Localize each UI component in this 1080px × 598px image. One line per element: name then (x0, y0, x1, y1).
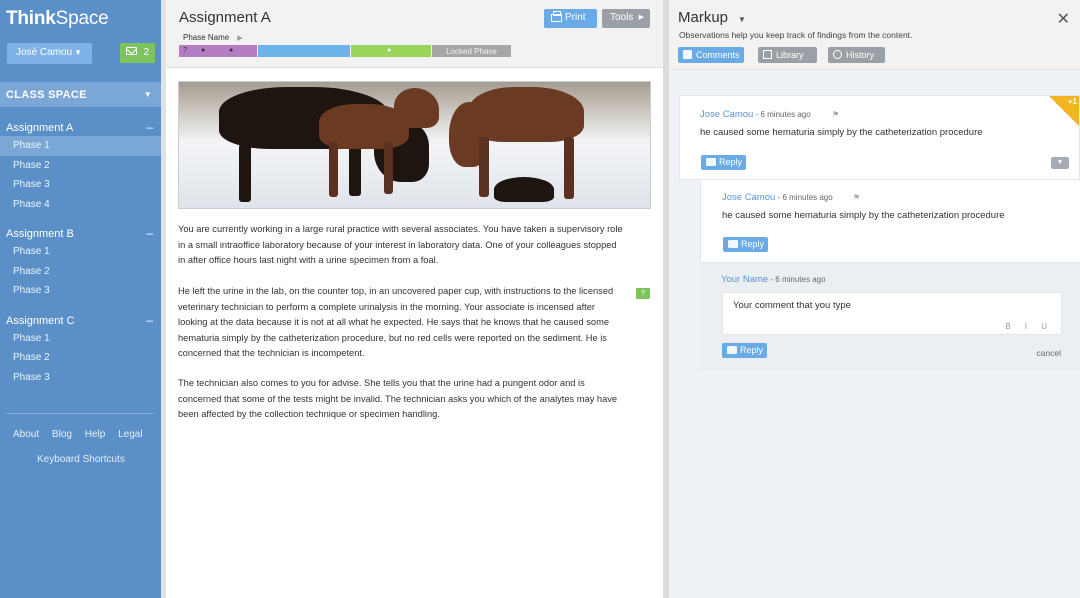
printer-icon (551, 11, 562, 22)
assignment-title[interactable]: Assignment A – (0, 120, 161, 136)
sidebar-item-phase[interactable]: Phase 3 (0, 281, 161, 301)
comment-textarea[interactable]: Your comment that you type B I U (722, 292, 1062, 335)
footer-link-blog[interactable]: Blog (52, 429, 72, 440)
reply-icon (728, 240, 738, 248)
messages-button[interactable]: 2 (120, 43, 155, 63)
sidebar-item-phase[interactable]: Phase 1 (0, 329, 161, 349)
assignment-title[interactable]: Assignment C – (0, 313, 161, 329)
comment-marker-icon[interactable]: ? (636, 288, 650, 299)
phase-segment-1[interactable]: ? ● ● (179, 45, 257, 57)
reply-card: Jose Camou - 6 minutes ago ⚑ he caused s… (700, 180, 1080, 263)
keyboard-shortcuts-link[interactable]: Keyboard Shortcuts (37, 454, 125, 465)
phase-segment-3[interactable]: ● (351, 45, 431, 57)
sidebar-item-phase[interactable]: Phase 2 (0, 348, 161, 368)
collapse-icon[interactable]: – (146, 120, 153, 134)
markup-subtitle: Observations help you keep track of find… (679, 30, 913, 40)
phase-progress-bar: ? ● ● ● Locked Phase (179, 45, 512, 57)
reply-icon (706, 158, 716, 166)
sidebar-item-phase[interactable]: Phase 2 (0, 262, 161, 282)
markup-header: Markup ▼ ✕ Observations help you keep tra… (669, 0, 1080, 70)
user-menu-button[interactable]: José Camou ▼ (7, 43, 92, 64)
horses-image (178, 81, 651, 209)
chevron-down-icon: ▼ (738, 15, 746, 24)
sidebar-item-phase[interactable]: Phase 1 (0, 242, 161, 262)
reply-icon (727, 346, 737, 354)
scenario-paragraph: The technician also comes to you for adv… (178, 378, 618, 420)
help-marker: ? (183, 47, 187, 54)
content-panel: Assignment A Print Tools ▶ Phase Name ▶ ?… (166, 0, 663, 598)
message-count: 2 (143, 47, 149, 58)
close-icon[interactable]: ✕ (1057, 9, 1070, 29)
cancel-link[interactable]: cancel (1036, 348, 1061, 358)
assignment-b: Assignment B – Phase 1 Phase 2 Phase 3 (0, 226, 161, 301)
comment-card: +1 Jose Camou - 6 minutes ago ⚑ he cause… (679, 95, 1080, 180)
sidebar-item-phase[interactable]: Phase 3 (0, 175, 161, 195)
collapse-icon[interactable]: – (146, 313, 153, 327)
chevron-down-icon: ▼ (143, 90, 152, 99)
chevron-right-icon: ▶ (237, 35, 243, 42)
scenario-paragraph: He left the urine in the lab, on the cou… (178, 286, 614, 359)
flag-icon[interactable]: ⚑ (853, 193, 860, 202)
envelope-icon (126, 47, 137, 55)
app-logo[interactable]: ThinkSpace (6, 8, 109, 30)
step-dot[interactable]: ● (201, 47, 205, 54)
markup-panel: Markup ▼ ✕ Observations help you keep tra… (669, 0, 1080, 598)
phase-segment-2[interactable] (258, 45, 350, 57)
locked-phase-segment: Locked Phase (432, 45, 511, 57)
comment-text: he caused some hematuria simply by the c… (700, 127, 983, 138)
tools-button[interactable]: Tools ▶ (602, 9, 650, 28)
page-title: Assignment A (179, 9, 271, 26)
library-icon (763, 50, 772, 59)
collapse-icon[interactable]: – (146, 226, 153, 240)
sidebar-item-phase[interactable]: Phase 4 (0, 195, 161, 215)
sidebar-item-phase[interactable]: Phase 1 (0, 136, 161, 156)
sidebar-item-phase[interactable]: Phase 3 (0, 368, 161, 388)
phase-name-label: Phase Name ▶ (183, 33, 243, 42)
reply-button[interactable]: Reply (723, 237, 768, 252)
step-dot[interactable]: ● (229, 47, 233, 54)
sidebar: ThinkSpace José Camou ▼ 2 CLASS SPACE ▼ … (0, 0, 161, 598)
reply-button[interactable]: Reply (722, 343, 767, 358)
scenario-paragraph: You are currently working in a large rur… (178, 224, 623, 266)
reply-button[interactable]: Reply (701, 155, 746, 170)
comments-icon (683, 50, 692, 59)
comment-author: Jose Camou - 6 minutes ago (722, 192, 833, 203)
assignment-c: Assignment C – Phase 1 Phase 2 Phase 3 (0, 313, 161, 388)
history-icon (833, 50, 842, 59)
tab-history[interactable]: History (828, 47, 885, 63)
flag-icon[interactable]: ⚑ (832, 110, 839, 119)
tab-comments[interactable]: Comments (678, 47, 744, 63)
new-comment-card: Your Name - 6 minutes ago Your comment t… (700, 263, 1080, 371)
tab-library[interactable]: Library (758, 47, 817, 63)
footer-link-help[interactable]: Help (85, 429, 106, 440)
chevron-down-icon: ▼ (74, 48, 82, 57)
assignment-a: Assignment A – Phase 1 Phase 2 Phase 3 P… (0, 120, 161, 214)
footer-link-about[interactable]: About (13, 429, 39, 440)
content-header: Assignment A Print Tools ▶ Phase Name ▶ ?… (166, 0, 663, 68)
assignment-title[interactable]: Assignment B – (0, 226, 161, 242)
footer-links: About Blog Help Legal (13, 429, 153, 440)
comment-author: Your Name - 6 minutes ago (721, 274, 826, 285)
comment-text: he caused some hematuria simply by the c… (722, 210, 1005, 221)
format-toolbar[interactable]: B I U (1005, 322, 1053, 331)
footer-link-legal[interactable]: Legal (118, 429, 142, 440)
class-space-header[interactable]: CLASS SPACE ▼ (0, 82, 161, 107)
comment-author: Jose Camou - 6 minutes ago (700, 109, 811, 120)
sidebar-item-phase[interactable]: Phase 2 (0, 156, 161, 176)
plus-one-badge[interactable]: +1 (1068, 97, 1077, 106)
assignment-list: Assignment A – Phase 1 Phase 2 Phase 3 P… (0, 120, 161, 399)
markup-title[interactable]: Markup ▼ (678, 9, 746, 26)
chevron-right-icon: ▶ (638, 14, 644, 21)
divider (6, 413, 154, 414)
comment-menu-button[interactable]: ▼ (1051, 157, 1069, 169)
step-dot[interactable]: ● (387, 47, 391, 54)
print-button[interactable]: Print (544, 9, 597, 28)
